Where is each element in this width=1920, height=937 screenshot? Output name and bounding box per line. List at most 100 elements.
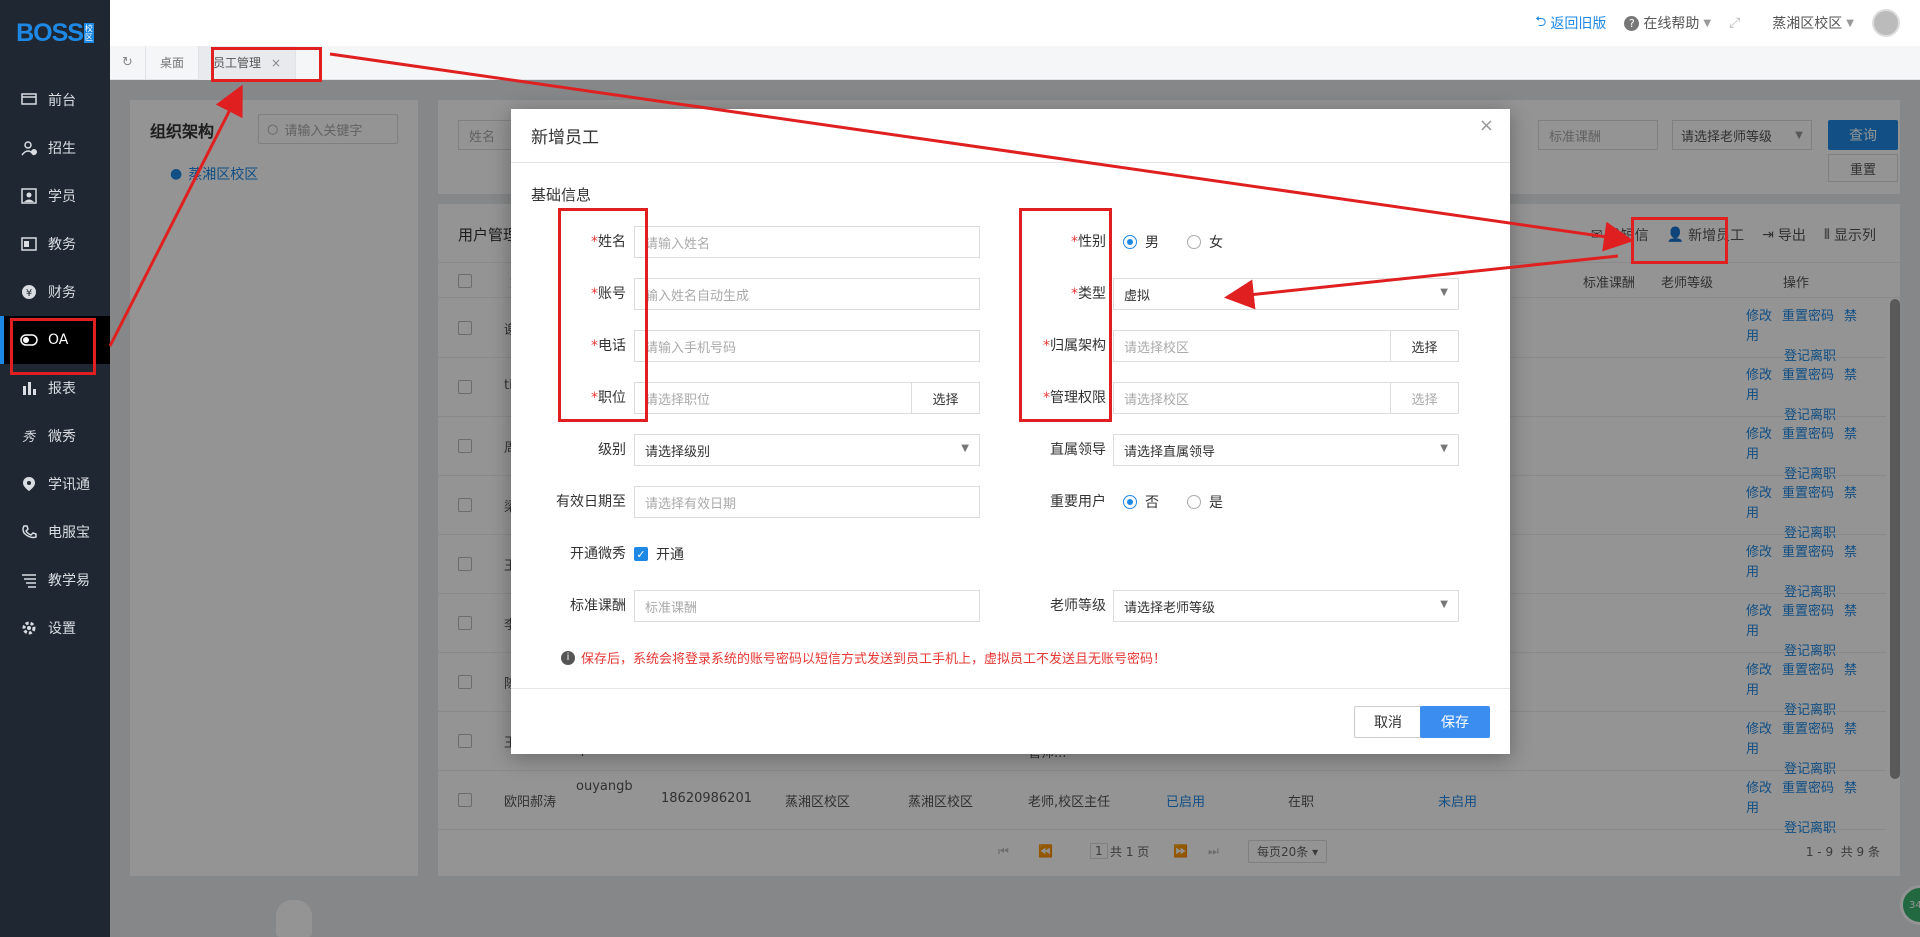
fee-field[interactable]: 标准课酬 xyxy=(634,590,980,622)
phone-field[interactable]: 请输入手机号码 xyxy=(634,330,980,362)
org-label: *归属架构 xyxy=(1043,338,1106,354)
important-yes-label: 是 xyxy=(1209,495,1223,511)
name-label: *姓名 xyxy=(591,234,626,250)
tab-staff-management[interactable]: 员工管理 × xyxy=(199,45,297,80)
leader-select[interactable]: 请选择直属领导 ▼ xyxy=(1113,434,1459,466)
account-field[interactable]: 输入姓名自动生成 xyxy=(634,278,980,310)
oa-icon xyxy=(20,331,38,349)
perm-select-button[interactable]: 选择 xyxy=(1390,383,1458,413)
sidebar-item-enroll[interactable]: 招生 xyxy=(0,124,110,172)
fullscreen-icon[interactable]: ⤢ xyxy=(1729,15,1740,31)
perm-label-text: 管理权限 xyxy=(1050,390,1106,406)
yen-icon: ¥ xyxy=(20,283,38,301)
org-placeholder: 请选择校区 xyxy=(1124,340,1190,356)
cancel-button[interactable]: 取消 xyxy=(1354,706,1422,738)
sidebar-item-xuexuntong[interactable]: 学讯通 xyxy=(0,460,110,508)
svg-text:¥: ¥ xyxy=(26,288,32,299)
gear-icon xyxy=(20,619,38,637)
logo[interactable]: BOSS 校区 xyxy=(0,0,110,66)
sidebar-item-weixiu[interactable]: 秀 微秀 xyxy=(0,412,110,460)
perm-placeholder: 请选择校区 xyxy=(1124,392,1190,408)
weixiu-checkbox[interactable]: ✓ 开通 xyxy=(634,538,684,570)
sidebar-item-label: 学讯通 xyxy=(48,477,90,493)
chevron-down-icon: ▼ xyxy=(1440,443,1448,454)
gender-female-label: 女 xyxy=(1209,235,1223,251)
level-select[interactable]: 请选择级别 ▼ xyxy=(634,434,980,466)
sidebar-item-front[interactable]: 前台 xyxy=(0,76,110,124)
sidebar-item-dianfubao[interactable]: 电服宝 xyxy=(0,508,110,556)
account-label-text: 账号 xyxy=(598,286,626,302)
sidebar-item-student[interactable]: 学员 xyxy=(0,172,110,220)
position-label: *职位 xyxy=(591,390,626,406)
type-select[interactable]: 虚拟 ▼ xyxy=(1113,278,1459,310)
sidebar-item-oa[interactable]: OA xyxy=(0,316,110,364)
monitor-icon xyxy=(20,91,38,109)
valid-date-label: 有效日期至 xyxy=(556,494,626,510)
sidebar-item-label: 前台 xyxy=(48,93,76,109)
dialog-header: 新增员工 xyxy=(511,109,1510,163)
valid-date-field[interactable]: 请选择有效日期 xyxy=(634,486,980,518)
sidebar-item-settings[interactable]: 设置 xyxy=(0,604,110,652)
campus-menu[interactable]: 蒸湘区校区 ▼ xyxy=(1772,13,1854,33)
radio-off-icon xyxy=(1187,495,1201,509)
radio-on-icon xyxy=(1123,495,1137,509)
gender-female-radio[interactable]: 女 xyxy=(1187,226,1223,258)
account-label: *账号 xyxy=(591,286,626,302)
location-icon xyxy=(20,475,38,493)
org-field[interactable]: 请选择校区 选择 xyxy=(1113,330,1459,362)
phone-label: *电话 xyxy=(591,338,626,354)
campus-label: 蒸湘区校区 xyxy=(1772,16,1843,32)
position-label-text: 职位 xyxy=(598,390,626,406)
perm-field[interactable]: 请选择校区 选择 xyxy=(1113,382,1459,414)
avatar[interactable] xyxy=(1872,9,1900,37)
help-icon: ? xyxy=(1624,15,1640,31)
tab-label: 桌面 xyxy=(160,56,185,70)
info-icon: i xyxy=(561,650,575,665)
tab-desktop[interactable]: 桌面 xyxy=(146,45,200,80)
sidebar-item-label: 招生 xyxy=(48,141,76,157)
sidebar-item-academic[interactable]: 教务 xyxy=(0,220,110,268)
save-button[interactable]: 保存 xyxy=(1420,706,1490,738)
sidebar: BOSS 校区 前台 招生 学员 教务 ¥ 财务 OA 报表 秀 微秀 学讯通 … xyxy=(0,0,110,937)
level-value: 请选择级别 xyxy=(645,444,711,460)
level-label: 级别 xyxy=(598,442,626,458)
important-no-radio[interactable]: 否 xyxy=(1123,486,1159,518)
teacher-level-label: 老师等级 xyxy=(1050,598,1106,614)
help-label: 在线帮助 xyxy=(1643,16,1700,32)
sidebar-item-finance[interactable]: ¥ 财务 xyxy=(0,268,110,316)
close-icon[interactable]: × xyxy=(1479,115,1494,136)
back-old-version-link[interactable]: ⮌ 返回旧版 xyxy=(1535,11,1606,35)
sidebar-item-label: 教务 xyxy=(48,237,76,253)
top-header: ⮌ 返回旧版 ? 在线帮助 ▼ ⤢ 蒸湘区校区 ▼ xyxy=(110,0,1920,46)
position-select-button[interactable]: 选择 xyxy=(911,383,979,413)
sidebar-item-jiaoxueyi[interactable]: 教学易 xyxy=(0,556,110,604)
help-menu[interactable]: ? 在线帮助 ▼ xyxy=(1624,13,1711,33)
sidebar-item-label: 报表 xyxy=(48,381,76,397)
name-label-text: 姓名 xyxy=(598,234,626,250)
section-title: 基础信息 xyxy=(531,186,592,204)
close-icon[interactable]: × xyxy=(271,56,281,70)
teach-icon xyxy=(20,571,38,589)
position-field[interactable]: 请选择职位 选择 xyxy=(634,382,980,414)
refresh-icon[interactable]: ↻ xyxy=(110,45,146,80)
tab-label: 员工管理 xyxy=(213,56,262,70)
name-field[interactable]: 请输入姓名 xyxy=(634,226,980,258)
gender-male-radio[interactable]: 男 xyxy=(1123,226,1159,258)
sidebar-item-label: 电服宝 xyxy=(48,525,90,541)
dialog-title: 新增员工 xyxy=(531,128,599,148)
weixiu-value: 开通 xyxy=(656,547,684,563)
show-icon: 秀 xyxy=(20,427,38,445)
sidebar-item-label: 微秀 xyxy=(48,429,76,445)
chevron-down-icon: ▼ xyxy=(1440,599,1448,610)
leader-value: 请选择直属领导 xyxy=(1124,444,1216,460)
logo-badge: 校区 xyxy=(83,23,94,43)
sidebar-item-label: 财务 xyxy=(48,285,76,301)
sidebar-item-label: 设置 xyxy=(48,621,76,637)
org-select-button[interactable]: 选择 xyxy=(1390,331,1458,361)
sidebar-item-report[interactable]: 报表 xyxy=(0,364,110,412)
important-yes-radio[interactable]: 是 xyxy=(1187,486,1223,518)
teacher-level-select[interactable]: 请选择老师等级 ▼ xyxy=(1113,590,1459,622)
add-staff-dialog: 新增员工 × 基础信息 *姓名 请输入姓名 *账号 输入姓名自动生成 *电话 请… xyxy=(511,109,1510,754)
chevron-down-icon: ▼ xyxy=(1846,17,1854,29)
chevron-down-icon: ▼ xyxy=(1703,17,1712,29)
